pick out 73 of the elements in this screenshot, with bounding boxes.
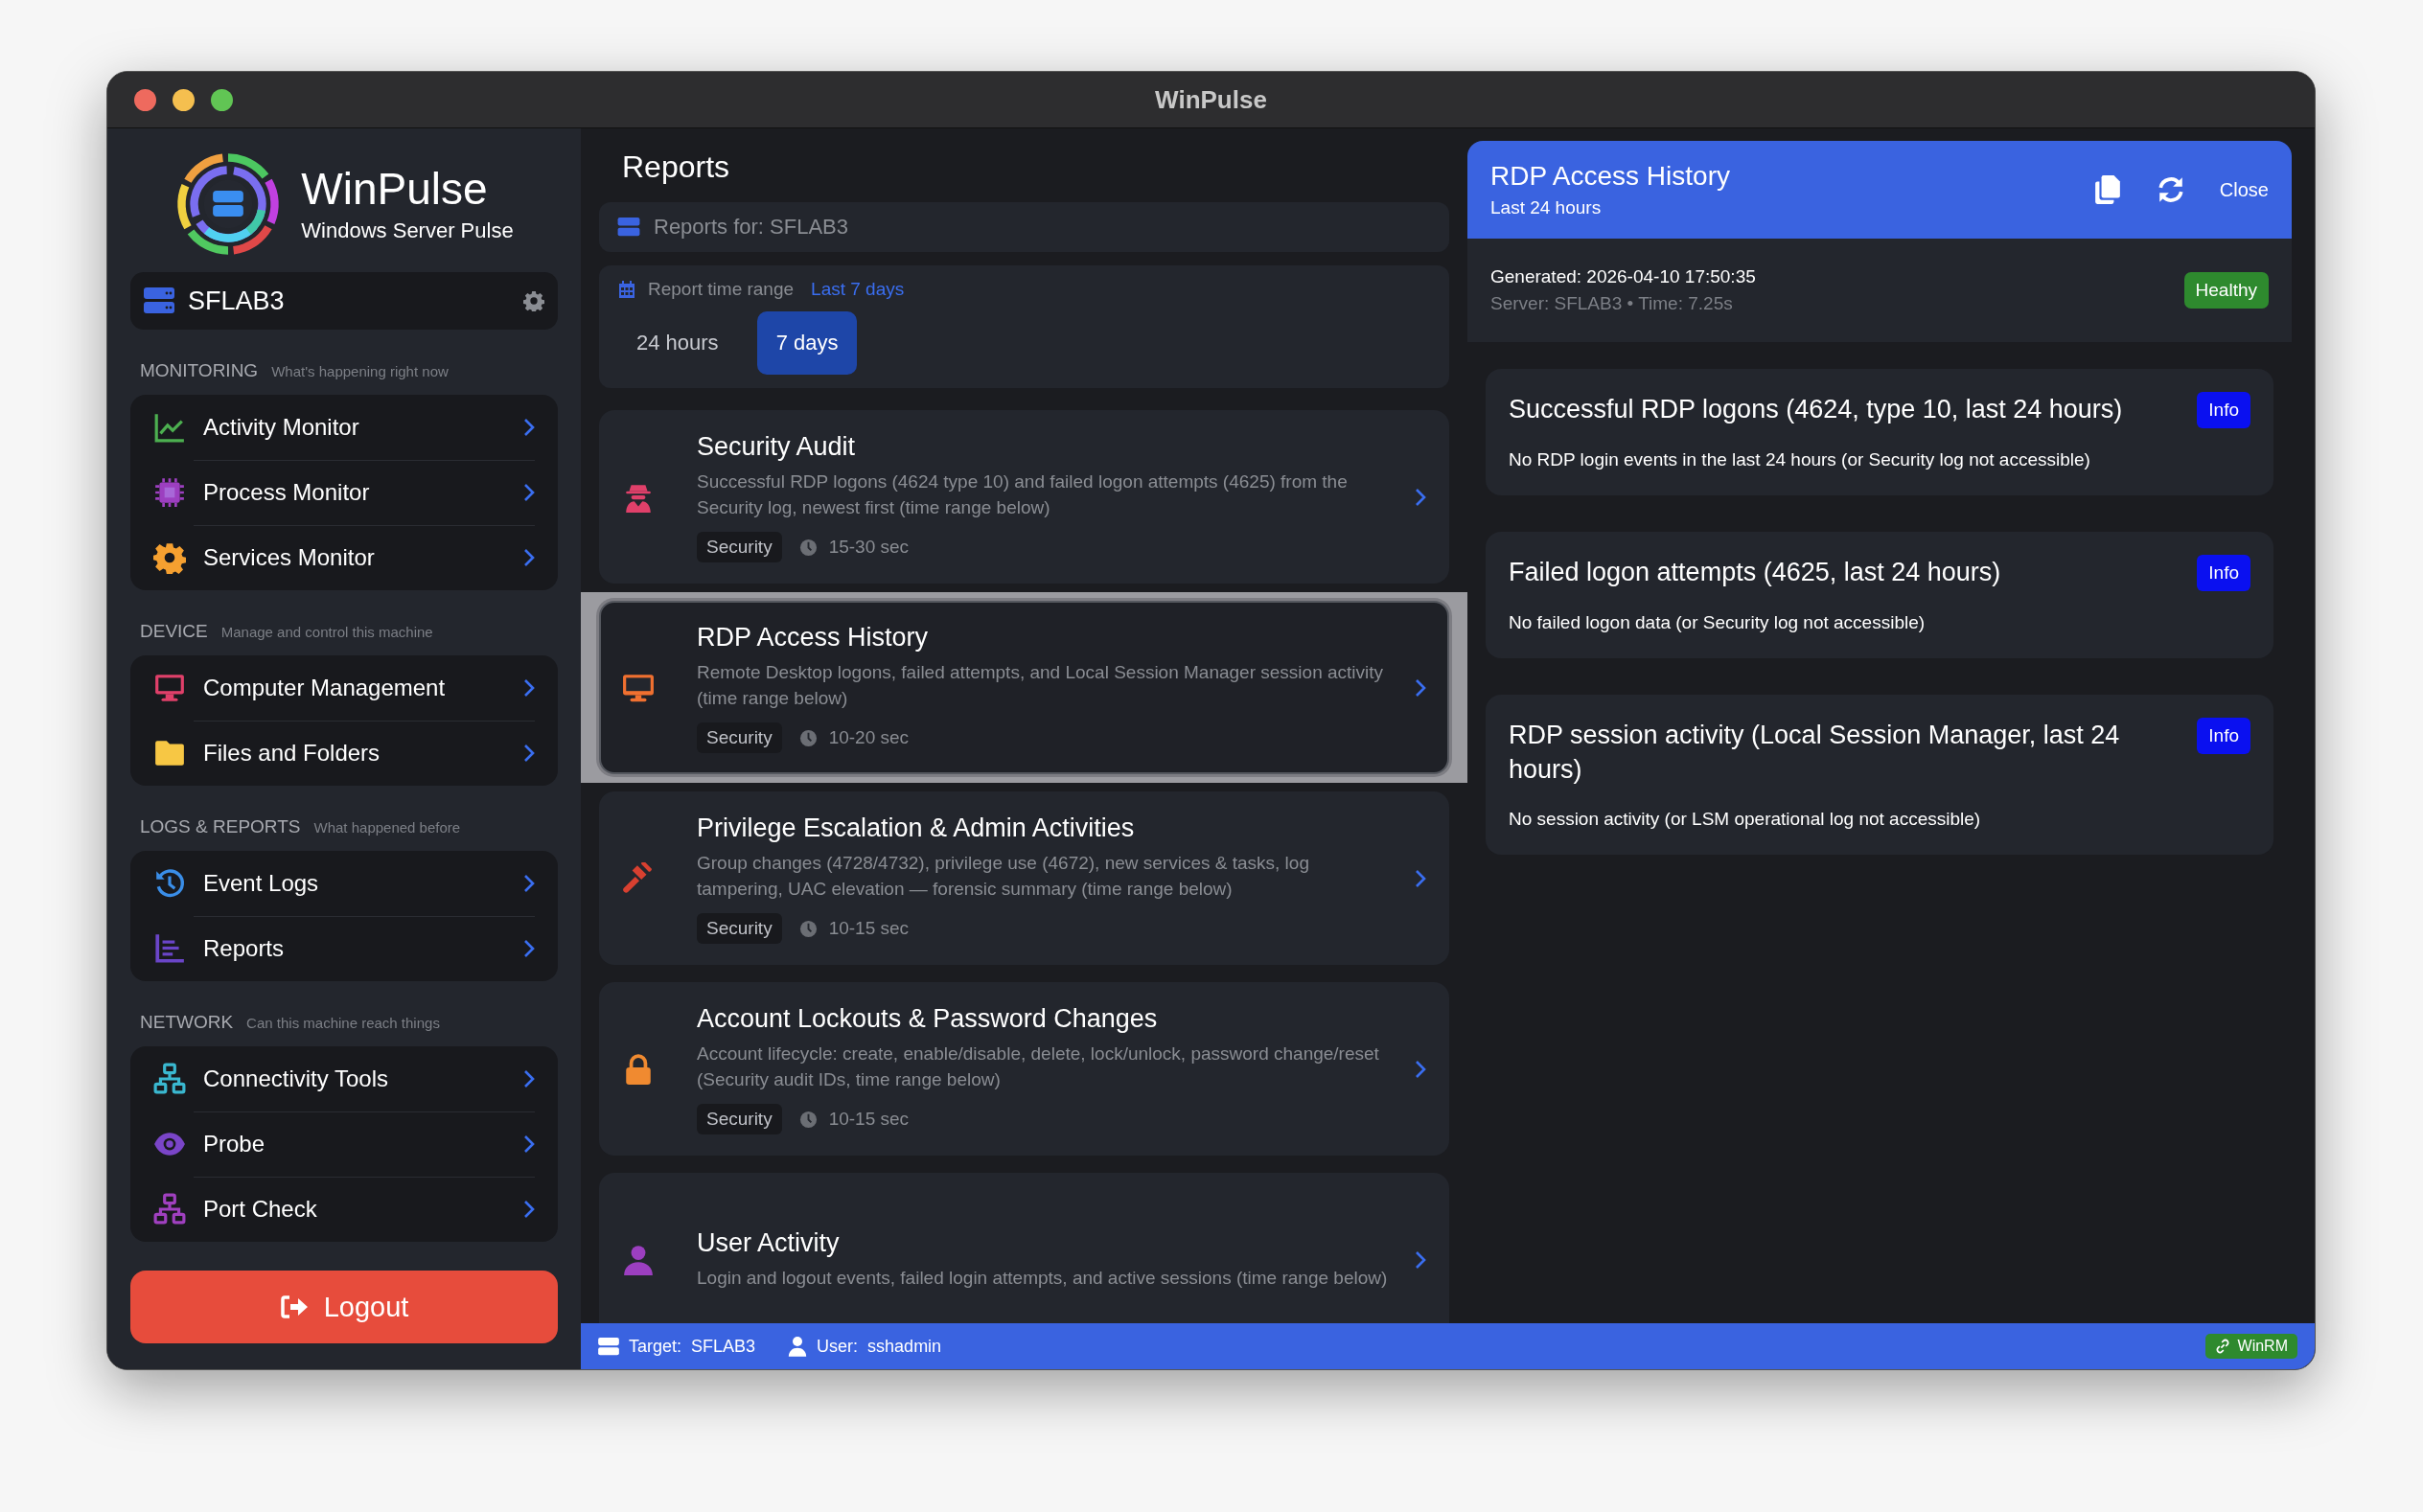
time-range-value: Last 7 days xyxy=(811,279,905,300)
report-card[interactable]: RDP Access History Remote Desktop logons, failed attempts, and Local Session Manager session activity (time range below) Security 10-20 sec xyxy=(599,601,1449,774)
report-description: Successful RDP logons (4624 type 10) and failed logon attempts (4625) from the Security log, newest first (time range below) xyxy=(697,470,1349,519)
user-name: sshadmin xyxy=(867,1336,942,1357)
duration-text: 10-20 sec xyxy=(828,727,910,749)
generated-time: Generated: 2026-04-10 17:50:35 xyxy=(1490,266,1757,287)
nav-item[interactable]: Files and Folders xyxy=(144,721,544,786)
section-subtitle: What's happening right now xyxy=(271,363,449,379)
detail-title: RDP Access History xyxy=(1490,161,1731,192)
report-title: Security Audit xyxy=(697,431,857,462)
report-description: Group changes (4728/4732), privilege use (4672), new services & tasks, log tampering, UAC elevation — forensic summary (time range below) xyxy=(697,851,1310,901)
time-range-option[interactable]: 7 days xyxy=(756,311,858,375)
report-title: RDP Access History xyxy=(697,622,930,653)
nav-item[interactable]: Event Logs xyxy=(144,851,544,916)
app-name: WinPulse xyxy=(301,164,489,214)
server-meta: Server: SFLAB3 • Time: 7.25s xyxy=(1490,293,1734,314)
section-subtitle: What happened before xyxy=(313,819,461,836)
nav-item[interactable]: Process Monitor xyxy=(144,460,544,525)
logout-button[interactable]: Logout xyxy=(130,1271,558,1343)
nav-item[interactable]: Computer Management xyxy=(144,655,544,721)
duration-text: 10-15 sec xyxy=(828,1109,910,1131)
report-card[interactable]: Privilege Escalation & Admin Activities Group changes (4728/4732), privilege use (4672), new services & tasks, log tampering, UAC elevation — forensic summary (time range below) Security 10-15 sec xyxy=(599,791,1449,965)
app-subtitle: Windows Server Pulse xyxy=(301,218,514,244)
window-title: WinPulse xyxy=(1154,84,1268,115)
section-subtitle: Can this machine reach things xyxy=(246,1015,440,1031)
finding-title: Successful RDP logons (4624, type 10, last 24 hours) xyxy=(1509,394,2124,425)
nav-item[interactable]: Connectivity Tools xyxy=(144,1046,544,1111)
category-tag: Security xyxy=(697,532,782,563)
server-selector[interactable]: SFLAB3 xyxy=(130,272,558,330)
category-tag: Security xyxy=(697,722,782,754)
target-label: Target: xyxy=(629,1336,682,1357)
report-card[interactable]: User Activity Login and logout events, failed login attempts, and active sessions (time range below) xyxy=(599,1173,1449,1323)
nav-item[interactable]: Activity Monitor xyxy=(144,395,544,460)
connection-type: WinRM xyxy=(2237,1338,2288,1355)
time-range-option[interactable]: 24 hours xyxy=(617,311,738,375)
section-subtitle: Manage and control this machine xyxy=(220,624,433,640)
user-label: User: xyxy=(817,1336,859,1357)
info-badge: Info xyxy=(2197,392,2250,428)
finding-text: No failed logon data (or Security log not accessible) xyxy=(1509,612,1927,633)
detail-subtitle: Last 24 hours xyxy=(1490,197,1603,218)
duration-text: 10-15 sec xyxy=(828,918,910,940)
category-tag: Security xyxy=(697,913,782,945)
section-title: LOGS & REPORTS xyxy=(140,816,301,837)
info-badge: Info xyxy=(2197,718,2250,754)
finding-title: Failed logon attempts (4625, last 24 hours) xyxy=(1509,557,2002,588)
report-title: User Activity xyxy=(697,1228,841,1259)
report-title: Account Lockouts & Password Changes xyxy=(697,1003,1159,1034)
section-title: MONITORING xyxy=(140,360,259,381)
report-description: Account lifecycle: create, enable/disable, delete, lock/unlock, password change/reset (Security audit IDs, time range below) xyxy=(697,1042,1380,1091)
duration-text: 15-30 sec xyxy=(828,537,910,559)
nav-item[interactable]: Port Check xyxy=(144,1177,544,1242)
info-badge: Info xyxy=(2197,555,2250,591)
target-name: SFLAB3 xyxy=(691,1336,756,1357)
server-name: SFLAB3 xyxy=(188,286,286,316)
finding-text: No RDP login events in the last 24 hours (or Security log not accessible) xyxy=(1509,449,2091,470)
report-title: Privilege Escalation & Admin Activities xyxy=(697,813,1136,843)
section-title: DEVICE xyxy=(140,621,208,642)
report-card[interactable]: Security Audit Successful RDP logons (4624 type 10) and failed logon attempts (4625) from the Security log, newest first (time range below) Security 15-30 sec xyxy=(599,410,1449,584)
report-card[interactable]: Account Lockouts & Password Changes Account lifecycle: create, enable/disable, delete, lock/unlock, password change/reset (Security audit IDs, time range below) Security 10-15 sec xyxy=(599,982,1449,1156)
report-description: Login and logout events, failed login attempts, and active sessions (time range below) xyxy=(697,1267,1389,1291)
page-title: Reports xyxy=(621,149,731,186)
nav-item[interactable]: Reports xyxy=(144,916,544,981)
target-label: Reports for: SFLAB3 xyxy=(654,215,848,240)
finding-title: RDP session activity (Local Session Manager, last 24 hours) xyxy=(1509,720,2121,787)
nav-item[interactable]: Probe xyxy=(144,1111,544,1177)
time-range-label: Report time range xyxy=(648,279,795,300)
report-description: Remote Desktop logons, failed attempts, and Local Session Manager session activity (time range below) xyxy=(697,660,1385,710)
nav-item[interactable]: Services Monitor xyxy=(144,525,544,590)
finding-text: No session activity (or LSM operational log not accessible) xyxy=(1509,808,1982,830)
category-tag: Security xyxy=(697,1104,782,1135)
close-button[interactable]: Close xyxy=(2219,172,2269,207)
status-badge: Healthy xyxy=(2183,272,2269,309)
section-title: NETWORK xyxy=(140,1012,234,1033)
